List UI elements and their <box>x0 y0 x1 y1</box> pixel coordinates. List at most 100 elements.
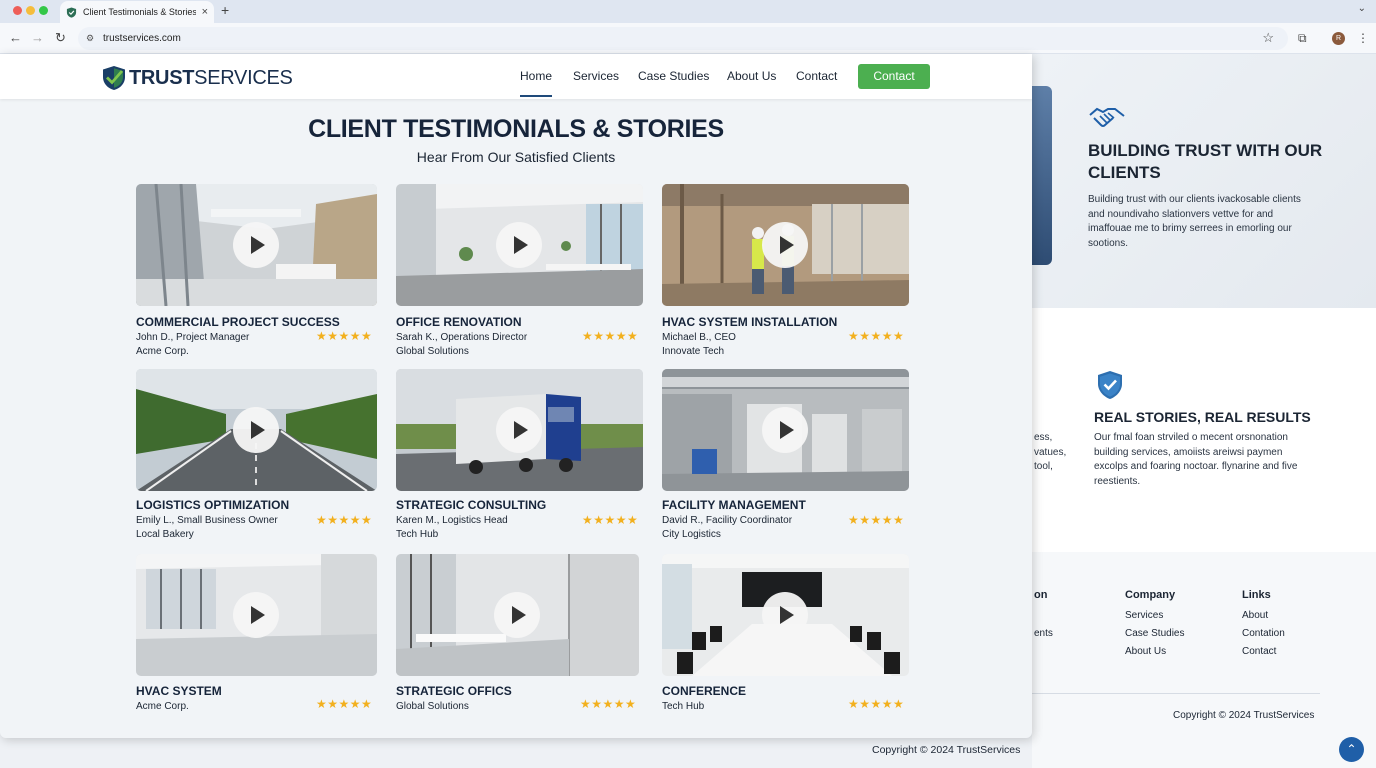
play-icon[interactable] <box>233 592 279 638</box>
stories-heading: REAL STORIES, REAL RESULTS <box>1094 409 1311 425</box>
video-thumbnail-highway[interactable] <box>136 369 377 491</box>
profile-avatar[interactable]: R <box>1332 32 1345 45</box>
logo-text: TRUSTSERVICES <box>129 66 293 89</box>
card-person: John D., Project Manager <box>136 332 250 343</box>
shield-favicon-icon <box>66 6 77 18</box>
card-person: David R., Facility Coordinator <box>662 515 793 526</box>
footer-divider <box>1032 693 1320 694</box>
card-title: HVAC SYSTEM <box>136 684 222 698</box>
nav-case-studies[interactable]: Case Studies <box>638 69 709 83</box>
url-field[interactable]: ⚙ trustservices.com ☆ <box>78 27 1288 50</box>
card-person: Acme Corp. <box>136 701 189 712</box>
rating-stars: ★★★★★ <box>848 329 905 343</box>
video-thumbnail-truck[interactable] <box>396 369 643 491</box>
site-settings-icon[interactable]: ⚙ <box>86 33 94 44</box>
card-person: Michael B., CEO <box>662 332 736 343</box>
trust-heading: BUILDING TRUST WITH OUR CLIENTS <box>1088 141 1323 182</box>
chevron-down-icon[interactable]: ⌄ <box>1358 3 1366 14</box>
footer-link-cut[interactable]: ents <box>1034 628 1053 639</box>
nav-services[interactable]: Services <box>573 69 619 83</box>
card-company: City Logistics <box>662 529 721 540</box>
site-logo[interactable]: TRUSTSERVICES <box>102 65 293 91</box>
handshake-icon <box>1089 107 1125 127</box>
rating-stars: ★★★★★ <box>580 697 637 711</box>
video-thumbnail-office-room[interactable] <box>396 554 639 676</box>
page-subtitle: Hear From Our Satisfied Clients <box>416 149 616 165</box>
card-person: Emily L., Small Business Owner <box>136 515 278 526</box>
video-thumbnail-conference-room[interactable] <box>662 554 909 676</box>
tab-title: Client Testimonials & Stories <box>83 7 196 17</box>
minimize-window-button[interactable] <box>26 6 35 15</box>
rating-stars: ★★★★★ <box>848 513 905 527</box>
browser-tab-bar: Client Testimonials & Stories × + ⌄ <box>0 0 1376 23</box>
video-thumbnail-construction[interactable] <box>662 184 909 306</box>
site-navbar: TRUSTSERVICES Home Services Case Studies… <box>0 54 1032 99</box>
browser-menu-icon[interactable]: ⋮ <box>1357 31 1369 45</box>
footer-links-heading: Links <box>1242 589 1271 601</box>
play-icon[interactable] <box>496 407 542 453</box>
footer-heading-cut: on <box>1034 589 1048 601</box>
forward-arrow-icon[interactable]: → <box>31 31 44 45</box>
close-window-button[interactable] <box>13 6 22 15</box>
contact-button[interactable]: Contact <box>858 64 930 89</box>
play-icon[interactable] <box>233 407 279 453</box>
footer-link-services[interactable]: Services <box>1125 610 1163 621</box>
rating-stars: ★★★★★ <box>316 697 373 711</box>
nav-contact[interactable]: Contact <box>796 69 837 83</box>
rating-stars: ★★★★★ <box>316 513 373 527</box>
fragment-line: ess, <box>1034 432 1053 443</box>
extensions-icon[interactable]: ⧉ <box>1298 31 1307 46</box>
bookmark-star-icon[interactable]: ☆ <box>1262 30 1274 46</box>
card-person: Global Solutions <box>396 701 469 712</box>
url-text: trustservices.com <box>103 33 181 44</box>
video-thumbnail-empty-hall[interactable] <box>136 554 377 676</box>
card-title: LOGISTICS OPTIMIZATION <box>136 498 290 512</box>
footer-company-heading: Company <box>1125 589 1176 601</box>
footer-link-contation[interactable]: Contation <box>1242 628 1285 639</box>
nav-home[interactable]: Home <box>520 69 553 97</box>
close-tab-icon[interactable]: × <box>202 6 208 18</box>
video-thumbnail-lobby[interactable] <box>136 184 377 306</box>
reload-icon[interactable]: ↻ <box>55 31 66 45</box>
new-tab-icon[interactable]: + <box>221 2 229 18</box>
play-icon[interactable] <box>494 592 540 638</box>
rating-stars: ★★★★★ <box>316 329 373 343</box>
site-footer <box>1032 552 1376 768</box>
stories-section <box>1032 308 1376 552</box>
card-title: CONFERENCE <box>662 684 747 698</box>
scroll-to-top-button[interactable]: ⌃ <box>1339 737 1364 762</box>
video-thumbnail-office[interactable] <box>396 184 643 306</box>
fragment-line: vatues, <box>1034 446 1067 458</box>
page-title: CLIENT TESTIMONIALS & STORIES <box>308 115 724 143</box>
card-person: Tech Hub <box>662 701 705 712</box>
footer-link-about[interactable]: About <box>1242 610 1268 621</box>
trust-text: Building trust with our clients ivackosa… <box>1088 194 1301 249</box>
play-icon[interactable] <box>762 407 808 453</box>
rating-stars: ★★★★★ <box>848 697 905 711</box>
play-icon[interactable] <box>233 222 279 268</box>
play-icon[interactable] <box>762 592 808 638</box>
card-title: STRATEGIC CONSULTING <box>396 498 547 512</box>
video-thumbnail-hvac-room[interactable] <box>662 369 909 491</box>
bottom-copyright: Copyright © 2024 TrustServices <box>872 744 1021 756</box>
footer-link-about-us[interactable]: About Us <box>1125 646 1166 657</box>
card-title: OFFICE RENOVATION <box>396 315 522 329</box>
footer-link-case-studies[interactable]: Case Studies <box>1125 628 1184 639</box>
maximize-window-button[interactable] <box>39 6 48 15</box>
rating-stars: ★★★★★ <box>582 513 639 527</box>
browser-tab[interactable]: Client Testimonials & Stories × <box>60 1 214 23</box>
card-person: Sarah K., Operations Director <box>396 332 528 343</box>
cut-off-text: ess, vatues, tool, <box>1034 431 1066 475</box>
footer-link-contact[interactable]: Contact <box>1242 646 1276 657</box>
card-company: Global Solutions <box>396 346 469 357</box>
play-icon[interactable] <box>496 222 542 268</box>
back-arrow-icon[interactable]: ← <box>9 31 22 45</box>
shield-logo-icon <box>103 66 125 90</box>
footer-copyright: Copyright © 2024 TrustServices <box>1173 710 1315 721</box>
card-title: HVAC SYSTEM INSTALLATION <box>662 315 838 329</box>
card-title: STRATEGIC OFFICS <box>396 684 512 698</box>
play-icon[interactable] <box>762 222 808 268</box>
fragment-line: tool, <box>1034 461 1053 472</box>
card-title: COMMERCIAL PROJECT SUCCESS <box>136 315 340 329</box>
nav-about-us[interactable]: About Us <box>727 69 776 83</box>
